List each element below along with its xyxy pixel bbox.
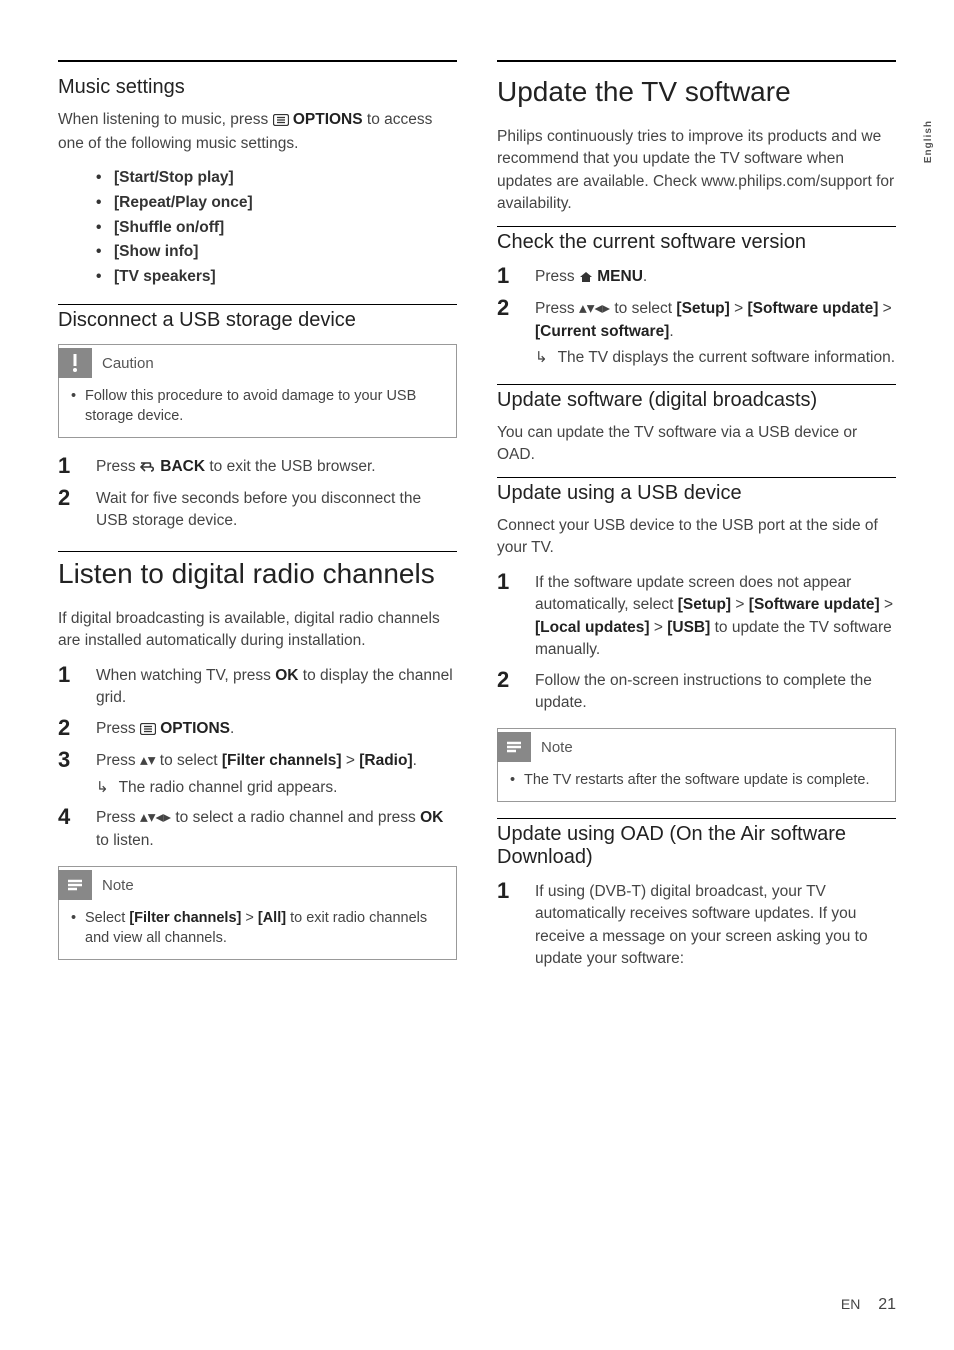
heading-digital-radio: Listen to digital radio channels: [58, 558, 457, 590]
right-column: Update the TV software Philips continuou…: [497, 60, 896, 985]
heading-disconnect-usb: Disconnect a USB storage device: [58, 304, 457, 332]
nav-up-down-icon: ▴▾: [140, 752, 156, 769]
nav-arrows-icon: ▴▾◂▸: [140, 809, 171, 826]
update-digital-intro: You can update the TV software via a USB…: [497, 422, 896, 467]
page-number: 21: [878, 1296, 896, 1313]
disconnect-steps: 1 Press BACK to exit the USB browser. 2W…: [58, 454, 457, 533]
music-intro: When listening to music, press OPTIONS t…: [58, 109, 457, 156]
caution-icon: [58, 348, 92, 378]
update-usb-intro: Connect your USB device to the USB port …: [497, 515, 896, 560]
note-label: Note: [102, 877, 134, 894]
note-box: Note The TV restarts after the software …: [497, 728, 896, 801]
note-text: The TV restarts after the software updat…: [510, 770, 883, 790]
heading-update-digital: Update software (digital broadcasts): [497, 384, 896, 412]
note-box: Note Select [Filter channels] > [All] to…: [58, 866, 457, 960]
heading-update-oad: Update using OAD (On the Air software Do…: [497, 818, 896, 869]
note-icon: [58, 870, 92, 900]
back-icon: [140, 458, 156, 480]
home-icon: [579, 268, 593, 290]
update-intro: Philips continuously tries to improve it…: [497, 126, 896, 216]
update-oad-steps: 1If using (DVB-T) digital broadcast, you…: [497, 879, 896, 971]
left-column: Music settings When listening to music, …: [58, 60, 457, 985]
heading-update-usb: Update using a USB device: [497, 477, 896, 505]
caution-text: Follow this procedure to avoid damage to…: [71, 386, 444, 427]
caution-label: Caution: [102, 355, 154, 372]
list-item: [Shuffle on/off]: [96, 216, 457, 241]
note-icon: [497, 732, 531, 762]
nav-arrows-icon: ▴▾◂▸: [579, 300, 610, 317]
result-arrow-icon: ↳: [535, 347, 548, 369]
music-settings-list: [Start/Stop play] [Repeat/Play once] [Sh…: [96, 166, 457, 290]
result-arrow-icon: ↳: [96, 777, 109, 799]
heading-check-version: Check the current software version: [497, 226, 896, 254]
page-content: Music settings When listening to music, …: [0, 0, 954, 1025]
page-footer: EN 21: [841, 1296, 896, 1314]
options-icon: [273, 111, 289, 133]
list-item: [Show info]: [96, 240, 457, 265]
update-usb-steps: 1If the software update screen does not …: [497, 570, 896, 715]
caution-box: Caution Follow this procedure to avoid d…: [58, 344, 457, 438]
check-version-steps: 1Press MENU. 2 Press ▴▾◂▸ to select [Set…: [497, 264, 896, 370]
options-icon: [140, 720, 156, 742]
footer-lang: EN: [841, 1296, 860, 1312]
radio-steps: 1When watching TV, press OK to display t…: [58, 663, 457, 852]
note-text: Select [Filter channels] > [All] to exit…: [71, 908, 444, 949]
radio-intro: If digital broadcasting is available, di…: [58, 608, 457, 653]
list-item: [Repeat/Play once]: [96, 191, 457, 216]
note-label: Note: [541, 739, 573, 756]
heading-update-tv: Update the TV software: [497, 76, 896, 108]
heading-music-settings: Music settings: [58, 76, 457, 99]
list-item: [Start/Stop play]: [96, 166, 457, 191]
list-item: [TV speakers]: [96, 265, 457, 290]
